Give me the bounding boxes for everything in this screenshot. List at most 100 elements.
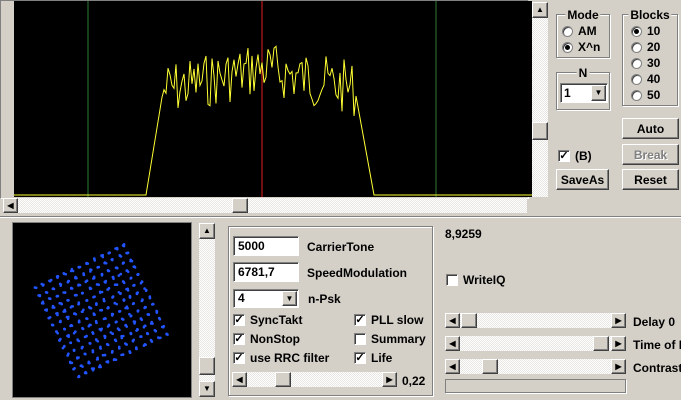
- sync-takt-checkbox[interactable]: ✓: [233, 314, 245, 326]
- delay-label: Delay 0: [633, 315, 676, 329]
- constellation-point: [154, 329, 158, 333]
- constellation-point: [75, 293, 78, 297]
- rrc-slider-right-button[interactable]: ▶: [382, 372, 397, 387]
- life-row[interactable]: ✓ Life: [354, 351, 392, 365]
- constellation-point: [59, 283, 63, 286]
- spectrum-scroll-left-button[interactable]: ◀: [3, 198, 18, 213]
- time-of-slider-thumb[interactable]: [593, 336, 609, 351]
- non-stop-row[interactable]: ✓ NonStop: [233, 332, 300, 346]
- rrc-slider-left-button[interactable]: ◀: [232, 372, 247, 387]
- arrow-up-icon: ▲: [536, 5, 544, 14]
- rrc-slider[interactable]: [232, 372, 397, 387]
- delay-slider-thumb[interactable]: [461, 313, 477, 328]
- write-iq-checkbox[interactable]: [446, 274, 458, 286]
- contrast-slider[interactable]: [445, 359, 626, 374]
- arrow-left-icon: ◀: [449, 315, 456, 325]
- blocks-10-radio[interactable]: [631, 25, 642, 37]
- auto-button[interactable]: Auto: [622, 118, 679, 139]
- spectrum-vscrollbar[interactable]: [532, 2, 548, 197]
- use-rrc-filter-row[interactable]: ✓ use RRC filter: [233, 351, 329, 365]
- mode-option-xn[interactable]: X^n: [562, 40, 600, 54]
- constellation-point: [110, 312, 114, 316]
- constellation-point: [45, 309, 48, 312]
- blocks-50-radio[interactable]: [631, 89, 642, 101]
- arrow-right-icon: ▶: [615, 315, 622, 325]
- constellation-point: [107, 286, 111, 290]
- contrast-slider-right-button[interactable]: ▶: [611, 359, 626, 374]
- non-stop-label: NonStop: [250, 332, 300, 346]
- constellation-point: [45, 291, 49, 294]
- b-checkbox-row[interactable]: ✓ (B): [558, 149, 592, 163]
- delay-slider-left-button[interactable]: ◀: [445, 313, 460, 328]
- arrow-left-icon: ◀: [7, 200, 14, 210]
- time-of-slider-right-button[interactable]: ▶: [611, 336, 626, 351]
- pll-slow-label: PLL slow: [371, 313, 424, 327]
- mode-xn-radio[interactable]: [562, 41, 573, 53]
- b-checkbox-label: (B): [575, 149, 592, 163]
- save-as-button[interactable]: SaveAs: [556, 169, 609, 190]
- life-checkbox[interactable]: ✓: [354, 352, 366, 364]
- time-of-slider-left-button[interactable]: ◀: [445, 336, 460, 351]
- constellation-scroll-up-button[interactable]: ▲: [199, 223, 215, 239]
- speed-modulation-input[interactable]: 6781,7: [233, 262, 299, 282]
- constellation-point: [70, 323, 73, 327]
- arrow-left-icon: ◀: [449, 338, 456, 348]
- write-iq-label: WriteIQ: [463, 273, 506, 287]
- constellation-point: [146, 332, 149, 336]
- pll-slow-checkbox[interactable]: ✓: [354, 314, 366, 326]
- constellation-point: [114, 338, 117, 342]
- constellation-point: [110, 351, 114, 354]
- constellation-point: [83, 335, 87, 339]
- sync-takt-row[interactable]: ✓ SyncTakt: [233, 313, 302, 327]
- reset-button[interactable]: Reset: [622, 169, 679, 190]
- constellation-point: [139, 335, 143, 338]
- non-stop-checkbox[interactable]: ✓: [233, 333, 245, 345]
- blocks-option-10[interactable]: 10: [631, 24, 660, 38]
- blocks-option-20[interactable]: 20: [631, 40, 660, 54]
- constellation-point: [87, 360, 91, 364]
- blocks-30-label: 30: [647, 56, 661, 70]
- carrier-tone-input[interactable]: 5000: [233, 236, 299, 256]
- mode-am-radio[interactable]: [562, 25, 573, 37]
- blocks-20-radio[interactable]: [631, 41, 642, 53]
- vscroll-thumb[interactable]: [532, 122, 548, 140]
- constellation-point: [58, 338, 61, 342]
- constellation-point: [106, 269, 110, 272]
- constellation-scroll-thumb[interactable]: [199, 357, 215, 375]
- constellation-point: [149, 338, 153, 342]
- constellation-point: [122, 243, 126, 246]
- blocks-option-30[interactable]: 30: [631, 56, 660, 70]
- summary-row[interactable]: Summary: [354, 332, 426, 346]
- blocks-30-radio[interactable]: [631, 57, 642, 69]
- constellation-point: [85, 262, 88, 265]
- blocks-option-40[interactable]: 40: [631, 72, 660, 86]
- reset-button-label: Reset: [634, 172, 667, 187]
- vscroll-up-button[interactable]: ▲: [532, 2, 548, 18]
- constellation-point: [89, 270, 92, 273]
- rrc-slider-thumb[interactable]: [275, 372, 291, 387]
- constellation-point: [128, 350, 131, 353]
- summary-checkbox[interactable]: [354, 333, 366, 345]
- break-button[interactable]: Break: [622, 144, 679, 165]
- contrast-slider-left-button[interactable]: ◀: [445, 359, 460, 374]
- contrast-label: Contrast: [633, 361, 681, 375]
- blocks-option-50[interactable]: 50: [631, 88, 660, 102]
- pll-slow-row[interactable]: ✓ PLL slow: [354, 313, 423, 327]
- spectrum-scroll-thumb[interactable]: [232, 198, 248, 213]
- write-iq-row[interactable]: WriteIQ: [446, 273, 505, 287]
- n-select-dropdown-button[interactable]: ▼: [591, 85, 606, 101]
- blocks-40-radio[interactable]: [631, 73, 642, 85]
- delay-slider-right-button[interactable]: ▶: [611, 313, 626, 328]
- constellation-scroll-down-button[interactable]: ▼: [199, 381, 215, 397]
- constellation-point: [103, 353, 107, 357]
- npsk-dropdown-button[interactable]: ▼: [282, 291, 297, 306]
- use-rrc-filter-checkbox[interactable]: ✓: [233, 352, 245, 364]
- spectrum-hscrollbar[interactable]: [3, 198, 527, 213]
- b-checkbox[interactable]: ✓: [558, 150, 570, 162]
- constellation-point: [85, 298, 89, 302]
- contrast-slider-thumb[interactable]: [482, 359, 498, 374]
- constellation-point: [136, 328, 139, 331]
- constellation-point: [95, 303, 98, 306]
- mode-option-am[interactable]: AM: [562, 24, 597, 38]
- constellation-point: [77, 284, 80, 287]
